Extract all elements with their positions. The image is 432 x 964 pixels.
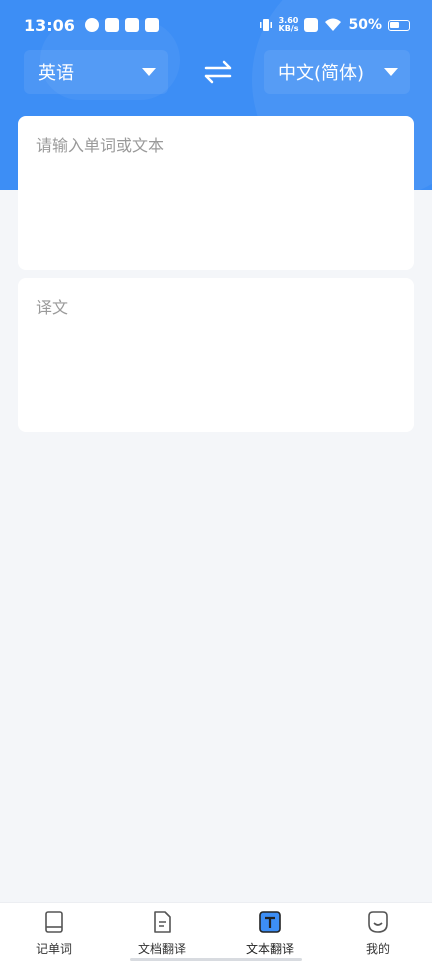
translation-output: 译文 bbox=[36, 298, 69, 317]
net-speed: 3.60 KB/s bbox=[279, 17, 299, 33]
bottom-navigation: 记单词 文档翻译 文本翻译 我的 bbox=[0, 902, 432, 964]
notification-icon bbox=[144, 18, 159, 32]
book-icon bbox=[45, 911, 63, 933]
document-icon bbox=[154, 911, 171, 933]
target-language-label: 中文(简体) bbox=[278, 63, 365, 84]
input-card bbox=[18, 116, 414, 270]
nav-label: 文本翻译 bbox=[245, 942, 294, 956]
language-selector-bar: 英语 中文(简体) bbox=[24, 50, 410, 94]
nav-item-profile[interactable]: 我的 bbox=[324, 903, 432, 964]
battery-percentage: 50% bbox=[348, 17, 382, 33]
target-language-select[interactable]: 中文(简体) bbox=[264, 50, 410, 94]
swap-icon bbox=[204, 60, 232, 84]
nav-label: 我的 bbox=[365, 942, 390, 956]
chevron-down-icon bbox=[142, 68, 156, 76]
source-language-label: 英语 bbox=[38, 63, 74, 84]
translation-card: 译文 bbox=[18, 278, 414, 432]
battery-icon bbox=[388, 19, 410, 31]
nav-label: 文档翻译 bbox=[137, 942, 186, 956]
vibrate-icon bbox=[259, 19, 272, 31]
source-language-select[interactable]: 英语 bbox=[24, 50, 168, 94]
sim-off-icon bbox=[304, 18, 319, 32]
swap-languages-button[interactable] bbox=[198, 52, 238, 92]
text-translate-icon bbox=[259, 911, 281, 933]
wifi-icon bbox=[325, 18, 342, 31]
notification-icon bbox=[104, 18, 119, 32]
nav-item-vocabulary[interactable]: 记单词 bbox=[0, 903, 108, 964]
notification-icon bbox=[84, 18, 99, 32]
source-text-input[interactable] bbox=[36, 132, 396, 254]
status-left: 13:06 bbox=[24, 16, 159, 35]
net-speed-unit: KB/s bbox=[278, 24, 299, 33]
nav-item-text-translation[interactable]: 文本翻译 bbox=[216, 903, 324, 964]
home-indicator bbox=[130, 958, 302, 961]
nav-label: 记单词 bbox=[35, 942, 72, 956]
chevron-down-icon bbox=[384, 68, 398, 76]
profile-icon bbox=[368, 911, 388, 933]
status-time: 13:06 bbox=[24, 15, 75, 35]
crown-icon bbox=[124, 18, 139, 32]
status-bar: 13:06 3.60 KB/s 50% bbox=[0, 0, 432, 50]
status-right: 3.60 KB/s 50% bbox=[259, 17, 410, 33]
nav-item-document-translation[interactable]: 文档翻译 bbox=[108, 903, 216, 964]
